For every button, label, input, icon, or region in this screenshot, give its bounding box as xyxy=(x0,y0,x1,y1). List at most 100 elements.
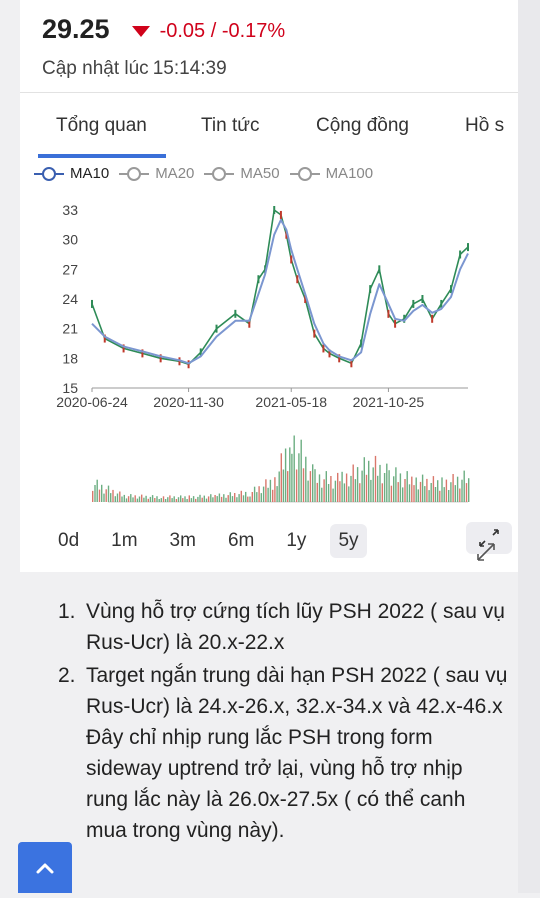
volume-bar xyxy=(229,492,231,502)
volume-bar xyxy=(390,485,393,502)
tab-overview[interactable]: Tổng quan xyxy=(56,115,147,137)
note-continuation: Đây chỉ nhịp rung lắc PSH trong form sid… xyxy=(86,726,466,842)
volume-bar xyxy=(105,489,107,502)
volume-bar xyxy=(386,463,388,502)
tab-profile[interactable]: Hồ s xyxy=(465,115,504,137)
tab-community[interactable]: Cộng đồng xyxy=(316,115,409,137)
volume-bar xyxy=(399,473,402,502)
volume-bar xyxy=(295,469,298,502)
volume-bar xyxy=(393,476,395,502)
volume-bar xyxy=(456,476,459,502)
price-chart[interactable]: 333027242118152020-06-24 2020-11-30 2021-0… xyxy=(20,192,518,512)
update-clock: 15:14:39 xyxy=(152,58,227,79)
volume-bar xyxy=(439,490,441,502)
volume-bar xyxy=(432,476,435,502)
volume-bar xyxy=(309,471,312,502)
volume-bar xyxy=(247,496,249,502)
volume-bar xyxy=(465,483,468,502)
page-edge xyxy=(518,0,540,893)
volume-bar xyxy=(280,453,282,502)
volume-bar xyxy=(173,496,175,502)
volume-bar xyxy=(132,497,134,502)
volume-bar xyxy=(256,492,258,502)
ma20-marker-icon xyxy=(119,166,150,181)
down-arrow-icon xyxy=(131,26,150,37)
range-3m[interactable]: 3m xyxy=(162,524,204,558)
volume-bar xyxy=(158,499,160,502)
volume-bar xyxy=(110,493,112,502)
legend-item-ma10[interactable]: MA10 xyxy=(34,165,109,182)
volume-bar xyxy=(413,485,415,502)
volume-bar xyxy=(119,491,121,502)
volume-bar xyxy=(116,493,119,502)
update-label: Cập nhật lúc xyxy=(42,58,149,79)
volume-bar xyxy=(182,498,184,502)
list-item: 2. Target ngắn trung dài hạn PSH 2022 ( … xyxy=(58,660,510,722)
volume-bar xyxy=(136,498,139,502)
range-0d[interactable]: 0d xyxy=(50,524,87,558)
volume-bar xyxy=(251,492,253,502)
volume-bar xyxy=(454,485,456,502)
legend-item-ma50[interactable]: MA50 xyxy=(204,165,280,182)
x-tick-label: 2020-06-24 xyxy=(56,394,128,410)
range-5y[interactable]: 5y xyxy=(330,524,367,558)
price-row: 29.25 -0.05 / -0.17% xyxy=(42,14,285,45)
volume-bar xyxy=(149,496,152,502)
volume-bar xyxy=(227,495,229,502)
legend-item-ma20[interactable]: MA20 xyxy=(119,165,194,182)
volume-bar xyxy=(210,494,212,502)
volume-bar xyxy=(98,489,101,502)
legend-label-ma50: MA50 xyxy=(240,165,280,182)
volume-bar xyxy=(352,464,354,502)
volume-bar xyxy=(388,470,390,502)
volume-bar xyxy=(437,480,439,502)
volume-bar xyxy=(307,480,309,502)
volume-bar xyxy=(406,471,408,502)
volume-bar xyxy=(207,496,210,502)
volume-bar xyxy=(298,453,300,502)
volume-bar xyxy=(160,498,162,502)
volume-bar xyxy=(190,498,193,502)
volume-bar xyxy=(361,470,363,502)
range-1y[interactable]: 1y xyxy=(278,524,314,558)
volume-bar xyxy=(402,487,404,502)
volume-bar xyxy=(274,477,276,502)
tab-news[interactable]: Tin tức xyxy=(201,115,259,137)
note-support-zone: Vùng hỗ trợ cứng tích lũy PSH 2022 ( sau… xyxy=(86,600,505,654)
ma10-marker-icon xyxy=(34,166,64,181)
legend-item-ma100[interactable]: MA100 xyxy=(289,165,374,182)
volume-bar xyxy=(130,494,132,502)
volume-bar xyxy=(225,497,227,502)
volume-bar xyxy=(302,468,305,502)
volume-bar xyxy=(424,486,426,502)
legend-label-ma20: MA20 xyxy=(155,165,195,182)
volume-bar xyxy=(461,479,463,502)
volume-bar xyxy=(125,498,128,502)
volume-bar xyxy=(164,499,167,502)
ma-legend: MA10 MA20 MA50 MA100 xyxy=(34,165,383,182)
volume-bar xyxy=(134,495,136,502)
range-6m[interactable]: 6m xyxy=(220,524,262,558)
list-number: 2. xyxy=(58,664,76,687)
volume-bar xyxy=(417,489,419,502)
x-tick-label: 2021-05-18 xyxy=(255,394,327,410)
volume-bar xyxy=(305,456,307,502)
legend-label-ma100: MA100 xyxy=(325,165,374,182)
volume-bar xyxy=(452,474,454,502)
volume-bar xyxy=(365,474,368,502)
volume-bar xyxy=(434,487,437,502)
volume-bar xyxy=(459,488,461,502)
scroll-to-top-button[interactable] xyxy=(18,842,72,893)
volume-bar xyxy=(468,478,470,502)
legend-label-ma10: MA10 xyxy=(70,165,110,182)
range-1m[interactable]: 1m xyxy=(103,524,145,558)
volume-bar xyxy=(236,497,238,502)
volume-bar xyxy=(214,495,216,502)
volume-bar xyxy=(188,495,190,502)
ma10-line xyxy=(91,218,469,365)
volume-bar xyxy=(323,479,325,502)
volume-bar xyxy=(337,472,339,502)
volume-bar xyxy=(314,469,316,502)
volume-bar xyxy=(354,479,357,502)
volume-bar xyxy=(101,484,103,502)
